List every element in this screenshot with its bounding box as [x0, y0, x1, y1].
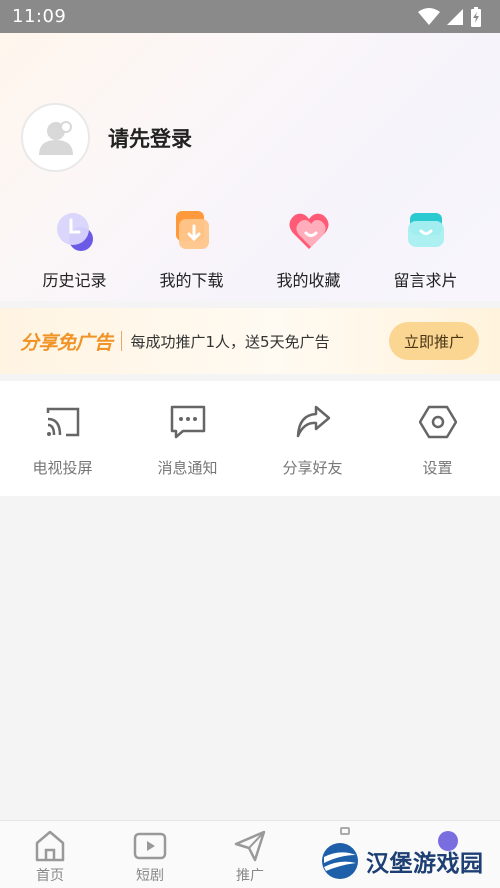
- home-icon: [35, 830, 65, 862]
- nav-item-promote[interactable]: 推广: [220, 829, 280, 885]
- status-icons: [418, 6, 482, 27]
- nav-item-shortdrama[interactable]: 短剧: [120, 829, 180, 885]
- tool-item-settings[interactable]: 设置: [375, 381, 500, 496]
- nav-item-hidden-icon[interactable]: [340, 827, 350, 835]
- profile-header: 请先登录 历史记录 我的下载 我的收藏 留言求片: [0, 33, 500, 301]
- status-bar: 11:09: [0, 0, 500, 33]
- quick-item-history[interactable]: 历史记录: [16, 205, 133, 295]
- tool-label-message: 消息通知: [157, 459, 218, 477]
- quick-label-history: 历史记录: [42, 271, 107, 290]
- tool-item-message[interactable]: 消息通知: [125, 381, 250, 496]
- wifi-icon: [418, 7, 440, 25]
- tool-label-cast: 电视投屏: [32, 459, 93, 477]
- message-icon: [170, 405, 205, 439]
- nav-label-shortdrama: 短剧: [136, 868, 164, 884]
- nav-label-promote: 推广: [236, 868, 264, 884]
- quick-label-favorite: 我的收藏: [276, 271, 341, 290]
- nav-item-home[interactable]: 首页: [20, 829, 80, 885]
- history-icon: [56, 213, 93, 251]
- send-icon: [234, 830, 266, 862]
- share-icon: [296, 405, 330, 438]
- tool-item-cast[interactable]: 电视投屏: [0, 381, 125, 496]
- status-time: 11:09: [12, 6, 67, 27]
- watermark: 汉堡游戏园: [320, 838, 495, 884]
- download-icon: [175, 211, 209, 249]
- settings-icon: [418, 405, 457, 439]
- quick-actions: 历史记录 我的下载 我的收藏 留言求片: [0, 205, 500, 295]
- promo-banner[interactable]: 分享免广告 每成功推广1人，送5天免广告 立即推广: [0, 308, 500, 374]
- signal-icon: [447, 8, 463, 25]
- user-avatar-icon: [38, 120, 73, 155]
- video-icon: [133, 832, 167, 860]
- promote-now-button[interactable]: 立即推广: [389, 322, 479, 360]
- battery-icon: [471, 6, 481, 27]
- promo-title: 分享免广告: [20, 331, 113, 354]
- watermark-text: 汉堡游戏园: [366, 850, 484, 877]
- promo-text: 每成功推广1人，送5天免广告: [130, 332, 330, 351]
- tool-item-share[interactable]: 分享好友: [250, 381, 375, 496]
- tool-label-settings: 设置: [422, 459, 453, 477]
- quick-label-request: 留言求片: [393, 271, 458, 290]
- cast-icon: [46, 407, 79, 437]
- avatar[interactable]: [21, 103, 90, 172]
- tools-grid: 电视投屏 消息通知 分享好友 设置: [0, 381, 500, 496]
- quick-item-favorite[interactable]: 我的收藏: [250, 205, 367, 295]
- quick-item-download[interactable]: 我的下载: [133, 205, 250, 295]
- login-prompt[interactable]: 请先登录: [108, 123, 192, 153]
- quick-item-request[interactable]: 留言求片: [367, 205, 484, 295]
- watermark-logo-icon: [322, 843, 358, 879]
- promo-divider: [120, 331, 122, 351]
- message-request-icon: [407, 213, 444, 247]
- nav-label-home: 首页: [36, 868, 64, 884]
- favorite-icon: [288, 213, 329, 249]
- quick-label-download: 我的下载: [159, 271, 224, 290]
- tool-label-share: 分享好友: [282, 459, 343, 477]
